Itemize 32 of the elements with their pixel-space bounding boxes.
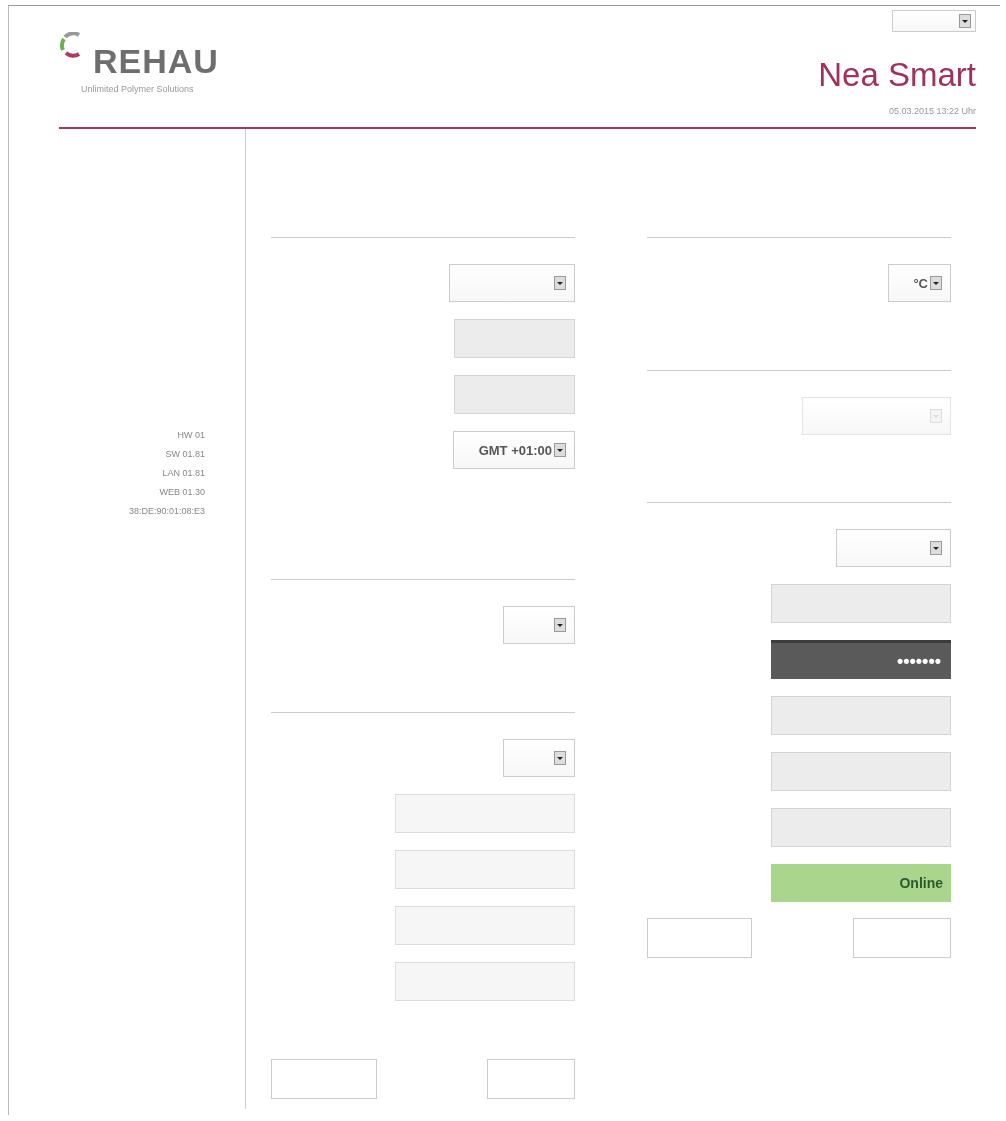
- dropdown-select[interactable]: [503, 606, 575, 644]
- password-field[interactable]: •••••••: [771, 640, 951, 679]
- dropdown-select[interactable]: [503, 739, 575, 777]
- dropdown-select[interactable]: GMT +01:00: [453, 431, 575, 469]
- dropdown-select[interactable]: °C: [888, 264, 951, 302]
- connection-status: Online: [771, 864, 951, 902]
- version-info: WEB 01.30: [159, 486, 205, 499]
- input-field[interactable]: [771, 696, 951, 735]
- action-button[interactable]: [647, 918, 752, 958]
- input-field[interactable]: [395, 906, 575, 945]
- language-select[interactable]: [892, 10, 976, 32]
- action-button[interactable]: [271, 1059, 377, 1099]
- input-field[interactable]: [771, 808, 951, 847]
- brand-name: REHAU: [93, 44, 219, 78]
- input-field[interactable]: [454, 319, 575, 358]
- action-button[interactable]: [853, 918, 951, 958]
- version-info: HW 01: [177, 429, 205, 442]
- input-field[interactable]: [395, 794, 575, 833]
- input-field[interactable]: [454, 375, 575, 414]
- date-time: 05.03.2015 13:22 Uhr: [888, 106, 976, 116]
- input-field[interactable]: [771, 584, 951, 623]
- input-field[interactable]: [395, 962, 575, 1001]
- dropdown-select[interactable]: [449, 264, 575, 302]
- input-field[interactable]: [395, 850, 575, 889]
- action-button[interactable]: [487, 1059, 575, 1099]
- app-title: Nea Smart: [818, 56, 976, 94]
- version-info: 38:DE:90:01:08:E3: [128, 505, 205, 518]
- dropdown-select[interactable]: [836, 529, 951, 567]
- version-info: LAN 01.81: [162, 467, 205, 480]
- brand-tagline: Unlimited Polymer Solutions: [81, 84, 195, 94]
- input-field[interactable]: [771, 752, 951, 791]
- version-info: SW 01.81: [165, 448, 205, 461]
